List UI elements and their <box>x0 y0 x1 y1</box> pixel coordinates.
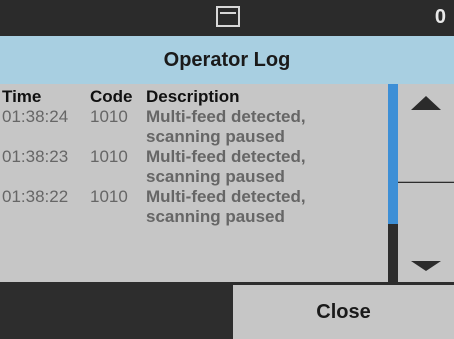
log-header: Time Code Description <box>0 84 388 107</box>
log-entry-description: Multi-feed detected, scanning paused <box>146 107 386 147</box>
log-entry-description-line: Multi-feed detected, <box>146 107 306 126</box>
log-entry-code: 1010 <box>90 107 128 126</box>
log-entry-description: Multi-feed detected, scanning paused <box>146 187 386 227</box>
scroll-down-button[interactable] <box>398 183 454 282</box>
log-entry-description-line: scanning paused <box>146 127 285 146</box>
column-header-description: Description <box>146 87 240 106</box>
scrollbar-thumb[interactable] <box>388 84 398 224</box>
log-entry-description-line: scanning paused <box>146 167 285 186</box>
scrollbar-track[interactable] <box>388 84 398 282</box>
log-entry-time: 01:38:22 <box>2 187 69 206</box>
log-entry-code: 1010 <box>90 147 128 166</box>
log-entry-code: 1010 <box>90 187 128 206</box>
status-bar: 0 <box>0 0 454 36</box>
status-count: 0 <box>434 6 446 28</box>
log-entry-description: Multi-feed detected, scanning paused <box>146 147 386 187</box>
log-entry-description-line: scanning paused <box>146 207 285 226</box>
log-entry-time: 01:38:24 <box>2 107 69 126</box>
column-header-time: Time <box>2 87 42 106</box>
scanner-tray-icon <box>216 6 240 27</box>
log-entry: 01:38:22 1010 Multi-feed detected, scann… <box>0 187 388 227</box>
log-entry-description-line: Multi-feed detected, <box>146 147 306 166</box>
log-entry: 01:38:23 1010 Multi-feed detected, scann… <box>0 147 388 187</box>
log-entry: 01:38:24 1010 Multi-feed detected, scann… <box>0 107 388 147</box>
log-entry-description-line: Multi-feed detected, <box>146 187 306 206</box>
log-entry-time: 01:38:23 <box>2 147 69 166</box>
column-header-code: Code <box>90 87 133 106</box>
close-button[interactable]: Close <box>233 285 454 339</box>
page-title: Operator Log <box>0 36 454 84</box>
arrow-up-icon <box>411 96 441 110</box>
arrow-down-icon <box>411 261 441 271</box>
scroll-up-button[interactable] <box>398 84 454 182</box>
operator-log-list: Time Code Description 01:38:24 1010 Mult… <box>0 84 388 282</box>
